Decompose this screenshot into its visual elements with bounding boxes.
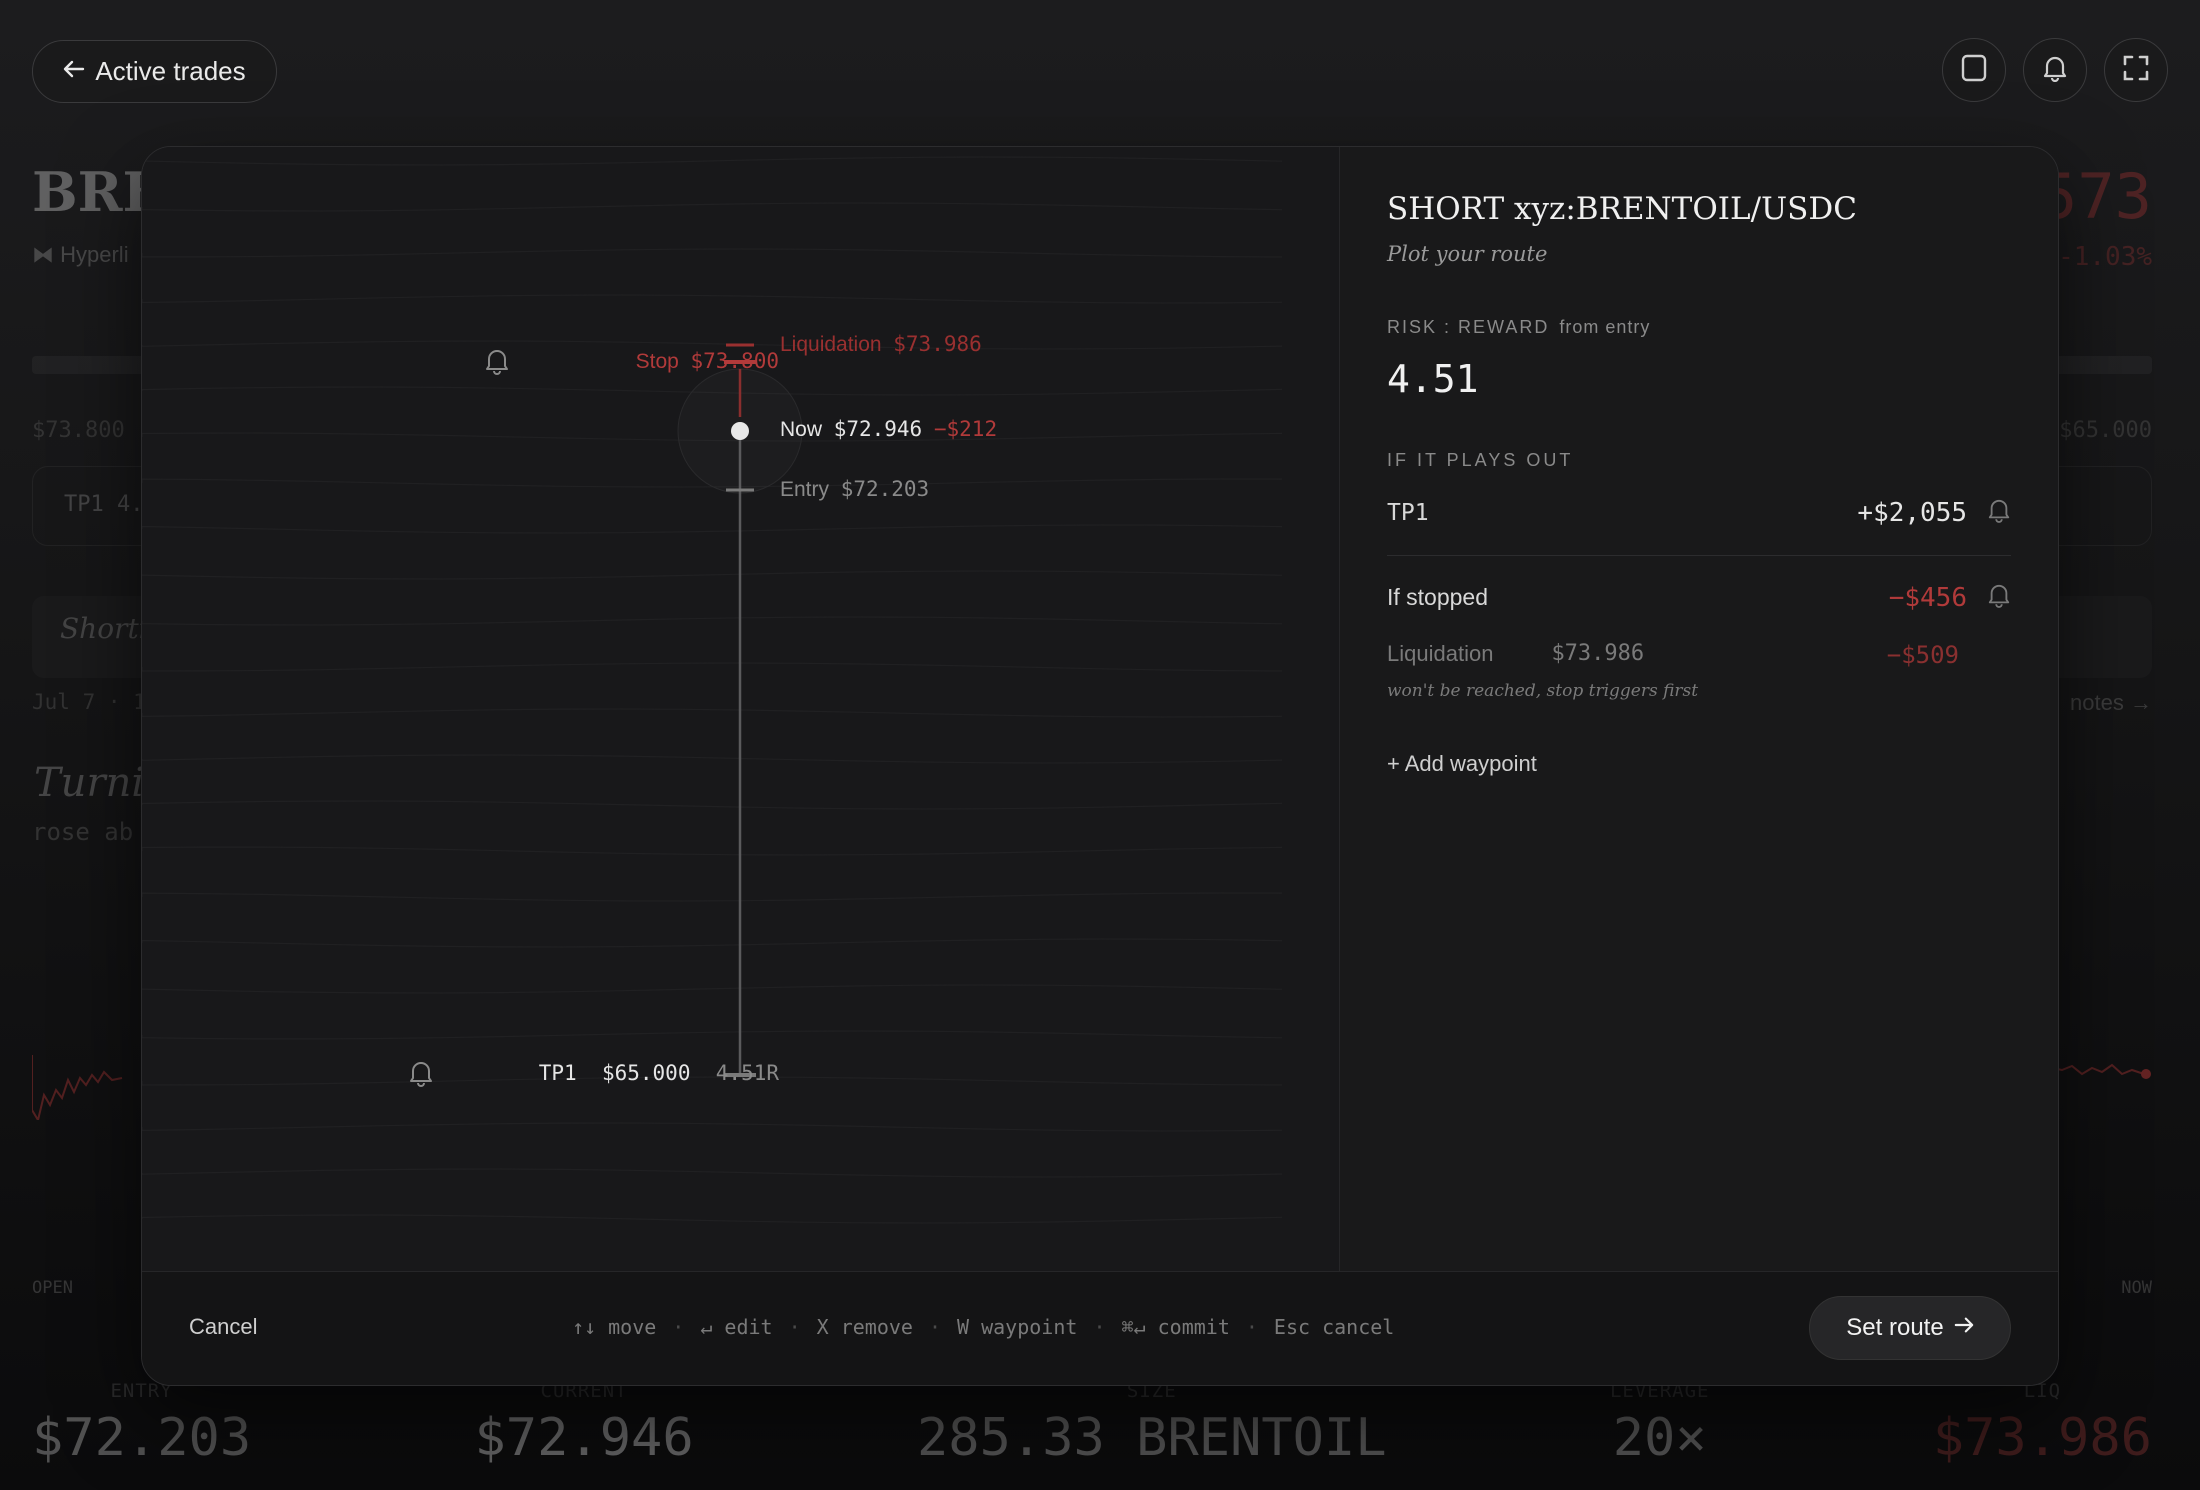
- top-right-toolbar: [1942, 38, 2168, 102]
- risk-reward-label: RISK : REWARD from entry: [1387, 317, 1650, 338]
- fullscreen-icon: [2122, 54, 2150, 87]
- panel-toggle-button[interactable]: [1942, 38, 2006, 102]
- stopped-outcome-label: If stopped: [1387, 584, 1489, 610]
- liquidation-price: $73.986: [893, 332, 982, 356]
- outcome-divider: [1387, 555, 2011, 556]
- separator-dot: ·: [672, 1315, 685, 1339]
- entry-price: $72.203: [840, 477, 930, 501]
- tp1-alert-bell-icon[interactable]: [408, 1059, 434, 1092]
- tp1-outcome-label: TP1: [1387, 499, 1429, 526]
- shortcut-waypoint: W waypoint: [957, 1315, 1078, 1339]
- bg-pct: -1.03%: [2058, 242, 2152, 272]
- tp1-outcome-row: TP1 +$2,055: [1387, 497, 2011, 528]
- now-pnl: −$212: [933, 417, 998, 441]
- bg-stat-liq: LIQ $73.986: [1933, 1380, 2152, 1468]
- shortcut-move: ↑↓ move: [572, 1315, 657, 1339]
- stat-value: 285.33 BRENTOIL: [917, 1408, 1387, 1468]
- risk-reward-value: 4.51: [1387, 357, 1479, 401]
- stopped-outcome-bell-icon[interactable]: [1987, 582, 2011, 613]
- tp1-label: TP1: [538, 1061, 577, 1085]
- stop-alert-bell-icon[interactable]: [484, 347, 510, 380]
- cancel-button[interactable]: Cancel: [189, 1314, 257, 1340]
- bg-sparkline-left: [32, 1055, 123, 1120]
- shortcut-cancel: Esc cancel: [1273, 1315, 1395, 1339]
- set-route-button[interactable]: Set route: [1809, 1296, 2011, 1360]
- add-waypoint-button[interactable]: + Add waypoint: [1387, 751, 1537, 777]
- stopped-outcome-row: If stopped −$456: [1387, 582, 2011, 613]
- bg-stat-current: CURRENT $72.946: [475, 1380, 694, 1468]
- bg-notes-label: notes: [2070, 690, 2124, 715]
- liquidation-hint: won't be reached, stop triggers first: [1387, 681, 1699, 701]
- tp1-waypoint[interactable]: TP1 $65.000 4.51R: [539, 1061, 779, 1085]
- liquidation-outcome-row: Liquidation $73.986 −$509: [1387, 641, 2011, 669]
- route-summary-panel: SHORT xyz:BRENTOIL/USDC Plot your route …: [1339, 147, 2058, 1273]
- route-chart: Stop $73.800 TP1 $65.000 4.51R Liquidati…: [142, 147, 1339, 1273]
- bg-range-low: $73.800: [32, 418, 125, 443]
- bg-sparkline-right: [2052, 1063, 2151, 1079]
- stop-waypoint[interactable]: Stop $73.800: [636, 349, 779, 374]
- bg-date: Jul 7 · 1: [32, 690, 146, 714]
- separator-dot: ·: [788, 1315, 801, 1339]
- separator-dot: ·: [1093, 1315, 1106, 1339]
- back-button-label: Active trades: [95, 56, 246, 86]
- now-marker: [731, 422, 749, 440]
- bg-range-high: $65.000: [2059, 418, 2152, 443]
- entry-marker-label: Entry $72.203: [780, 477, 929, 502]
- bg-stats-row: ENTRY $72.203 CURRENT $72.946 SIZE 285.33 B…: [32, 1380, 2152, 1468]
- separator-dot: ·: [928, 1315, 942, 1339]
- bg-stat-leverage: LEVERAGE 20×: [1610, 1380, 1710, 1468]
- now-price: $72.946: [833, 417, 923, 441]
- back-to-active-trades-button[interactable]: Active trades: [32, 40, 277, 103]
- stat-value: $72.203: [32, 1408, 252, 1468]
- keyboard-shortcuts: ↑↓ move · ↵ edit · X remove · W waypoint · ⌘…: [572, 1315, 1394, 1339]
- liq-outcome-label: Liquidation: [1387, 641, 1494, 666]
- route-modal: Stop $73.800 TP1 $65.000 4.51R Liquidati…: [141, 146, 2059, 1386]
- liq-outcome-price: $73.986: [1551, 641, 1645, 666]
- alerts-button[interactable]: [2023, 38, 2087, 102]
- bg-stat-entry: ENTRY $72.203: [32, 1380, 251, 1468]
- bg-venue-label: Hyperli: [60, 242, 129, 267]
- entry-label: Entry: [780, 478, 830, 501]
- shortcut-edit: ↵ edit: [700, 1315, 773, 1339]
- now-marker-label: Now $72.946 −$212: [780, 417, 997, 442]
- bg-notes-link: notes →: [2070, 690, 2152, 715]
- tp1-outcome-amount: +$2,055: [1857, 497, 1967, 528]
- modal-footer: Cancel ↑↓ move · ↵ edit · X remove · W wayp…: [142, 1271, 2058, 1385]
- bg-now-label: NOW: [2121, 1278, 2152, 1298]
- liq-outcome-amount: −$509: [1886, 641, 1959, 669]
- pair-title: SHORT xyz:BRENTOIL/USDC: [1387, 191, 1857, 227]
- panel-subtitle: Plot your route: [1387, 242, 1548, 266]
- liquidation-marker: Liquidation $73.986: [780, 332, 982, 357]
- stop-label: Stop: [635, 350, 679, 373]
- bell-icon: [2042, 54, 2068, 87]
- stat-value: $73.986: [1932, 1408, 2152, 1468]
- set-route-label: Set route: [1846, 1314, 1944, 1341]
- bg-open-label: OPEN: [32, 1278, 73, 1298]
- arrow-right-icon: [1954, 1314, 1974, 1342]
- bg-rose-text: rose ab: [32, 818, 134, 846]
- route-axis: [677, 343, 803, 1077]
- fullscreen-button[interactable]: [2104, 38, 2168, 102]
- liquidation-label: Liquidation: [780, 333, 882, 356]
- shortcut-remove: X remove: [816, 1315, 913, 1339]
- now-label: Now: [780, 418, 823, 441]
- bg-tp-row: TP1 4.: [64, 492, 144, 517]
- arrow-left-icon: [63, 56, 85, 87]
- tp1-price: $65.000: [601, 1061, 691, 1085]
- rr-label-text: RISK : REWARD: [1387, 317, 1550, 337]
- stop-price: $73.800: [690, 349, 779, 373]
- stopped-outcome-amount: −$456: [1888, 582, 1967, 613]
- plays-out-label: IF IT PLAYS OUT: [1387, 450, 1574, 470]
- tp1-r-multiple: 4.51R: [715, 1061, 779, 1085]
- bg-note-text: Shorti: [60, 612, 148, 645]
- separator-dot: ·: [1245, 1315, 1258, 1339]
- square-icon: [1961, 54, 1987, 87]
- stat-value: 20×: [1612, 1408, 1707, 1468]
- tp1-outcome-bell-icon[interactable]: [1987, 497, 2011, 528]
- stat-value: $72.946: [474, 1408, 694, 1468]
- shortcut-commit: ⌘↵ commit: [1121, 1315, 1230, 1339]
- bg-stat-size: SIZE 285.33 BRENTOIL: [917, 1380, 1387, 1468]
- rr-sub-text: from entry: [1559, 317, 1651, 337]
- bg-venue: ⧓ Hyperli: [32, 242, 129, 267]
